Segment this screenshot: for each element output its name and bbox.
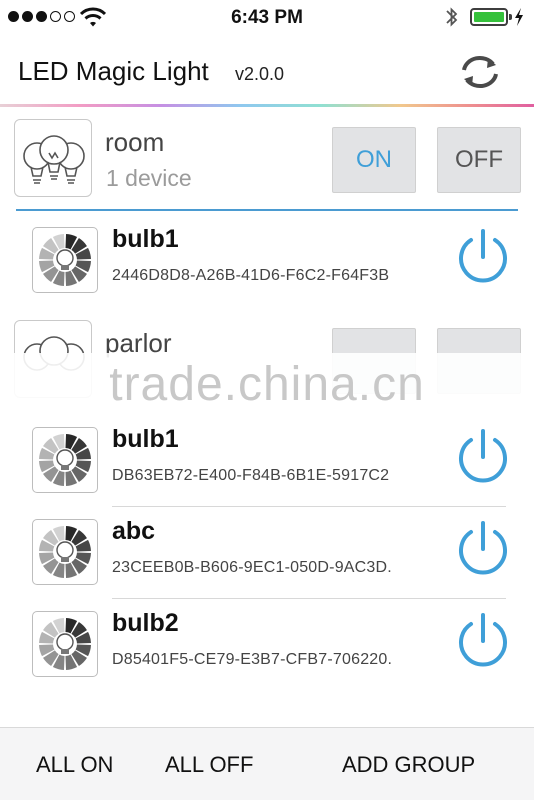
watermark: trade.china.cn xyxy=(109,358,425,411)
bulb-glass xyxy=(56,633,74,651)
device-id: 23CEEB0B-B606-9EC1-050D-9AC3D. xyxy=(112,559,392,576)
group-on-button[interactable]: ON xyxy=(332,127,416,193)
battery-icon xyxy=(470,8,512,26)
navbar: LED Magic Light v2.0.0 xyxy=(0,36,534,106)
bulb-group-icon xyxy=(14,119,92,197)
device-row[interactable]: abc 23CEEB0B-B606-9EC1-050D-9AC3D. xyxy=(0,507,534,599)
bulb-base xyxy=(61,465,69,470)
device-name: bulb1 xyxy=(112,225,179,253)
bottom-toolbar: ALL ON ALL OFF ADD GROUP xyxy=(0,727,534,800)
app-title: LED Magic Light xyxy=(18,56,209,86)
device-name: bulb1 xyxy=(112,425,179,453)
device-name: bulb2 xyxy=(112,609,179,637)
group-row-room[interactable]: room 1 device ON OFF xyxy=(0,107,534,197)
status-bar: 6:43 PM xyxy=(0,0,534,36)
all-off-button[interactable]: ALL OFF xyxy=(165,752,253,778)
device-row[interactable]: bulb1 2446D8D8-A26B-41D6-F6C2-F64F3B xyxy=(0,215,534,307)
bulb-wheel-icon xyxy=(32,227,98,293)
power-icon[interactable] xyxy=(454,519,512,577)
bulb-wheel-icon xyxy=(32,611,98,677)
app-version: v2.0.0 xyxy=(235,64,285,84)
device-id: 2446D8D8-A26B-41D6-F6C2-F64F3B xyxy=(112,267,390,284)
bulb-base xyxy=(61,557,69,562)
bulb-wheel-icon xyxy=(32,519,98,585)
charging-icon xyxy=(515,8,523,26)
group-device-count: 1 device xyxy=(106,165,192,191)
bulb-wheel-icon xyxy=(32,427,98,493)
device-row[interactable]: bulb2 D85401F5-CE79-E3B7-CFB7-706220. xyxy=(0,599,534,691)
power-icon[interactable] xyxy=(454,427,512,485)
device-id: DB63EB72-E400-F84B-6B1E-5917C2 xyxy=(112,467,390,484)
bulb-glass xyxy=(56,541,74,559)
device-row[interactable]: bulb1 DB63EB72-E400-F84B-6B1E-5917C2 xyxy=(0,415,534,507)
add-group-button[interactable]: ADD GROUP xyxy=(342,752,475,778)
bulb-glass xyxy=(56,249,74,267)
group-off-button[interactable]: OFF xyxy=(437,127,521,193)
group-underline xyxy=(16,209,518,211)
group-name: room xyxy=(105,127,165,157)
all-on-button[interactable]: ALL ON xyxy=(36,752,113,778)
refresh-icon[interactable] xyxy=(458,52,502,92)
bulb-base xyxy=(61,649,69,654)
bluetooth-icon xyxy=(446,7,458,27)
power-icon[interactable] xyxy=(454,227,512,285)
device-name: abc xyxy=(112,517,156,545)
bulb-base xyxy=(61,265,69,270)
power-icon[interactable] xyxy=(454,611,512,669)
bulb-glass xyxy=(56,449,74,467)
device-id: D85401F5-CE79-E3B7-CFB7-706220. xyxy=(112,651,393,668)
